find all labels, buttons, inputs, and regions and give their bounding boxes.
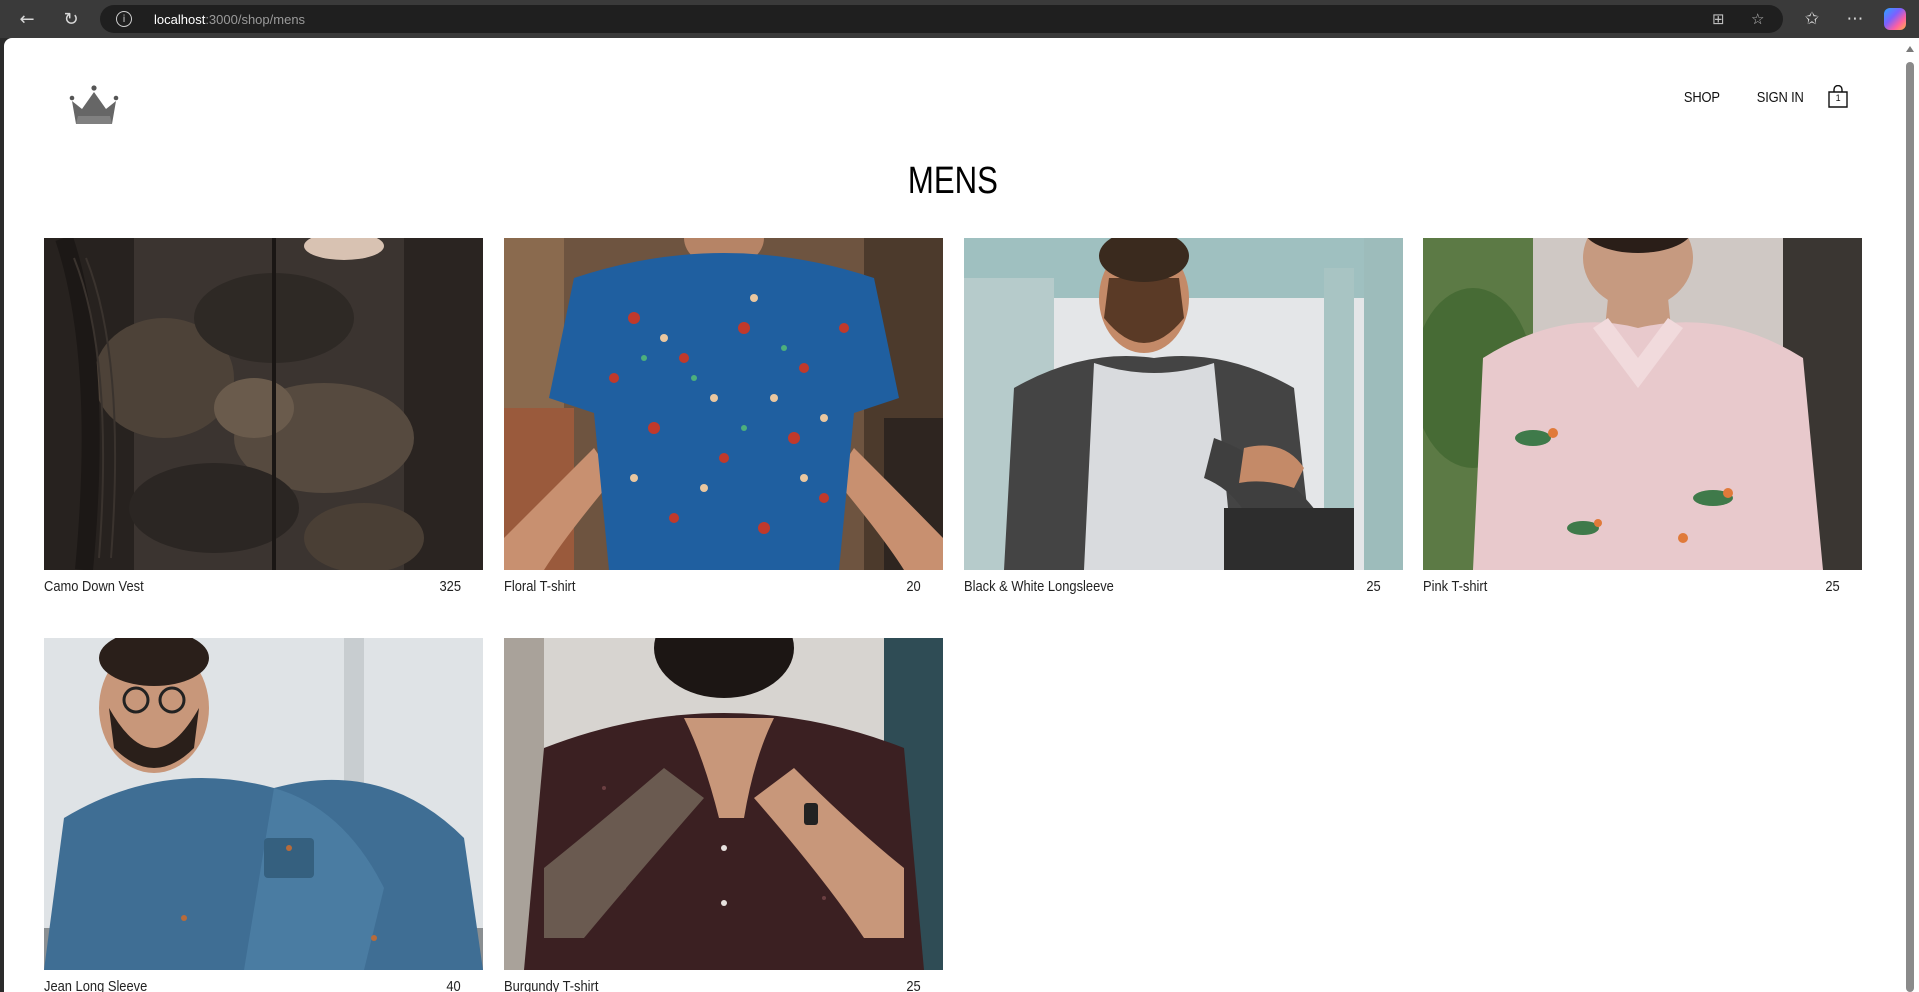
product-name: Camo Down Vest — [44, 578, 144, 595]
url-text: localhost:3000/shop/mens — [154, 12, 305, 27]
product-footer: Camo Down Vest 325 — [44, 570, 483, 600]
product-footer: Black & White Longsleeve 25 — [964, 570, 1403, 600]
product-name: Jean Long Sleeve — [44, 978, 148, 992]
product-name: Burgundy T-shirt — [504, 978, 599, 992]
product-card[interactable]: Floral T-shirt 20 — [504, 238, 943, 600]
product-card[interactable]: Black & White Longsleeve 25 — [964, 238, 1403, 600]
arrow-left-icon[interactable]: ← — [14, 7, 40, 31]
scrollbar-thumb[interactable] — [1906, 62, 1914, 992]
product-photo-camo-vest — [44, 238, 483, 570]
product-image[interactable] — [504, 638, 943, 970]
product-photo-longsleeve — [964, 238, 1403, 570]
page-title: MENS — [4, 160, 1901, 203]
product-name: Floral T-shirt — [504, 578, 576, 595]
browser-toolbar: ← ↻ i localhost:3000/shop/mens ⊞ ☆ ✩ ⋯ — [0, 0, 1919, 38]
page-viewport: SHOP SIGN IN 1 MENS Camo Down Vest 325 F… — [4, 38, 1901, 992]
cart-count: 1 — [1835, 93, 1841, 103]
nav-signin-link[interactable]: SIGN IN — [1756, 89, 1803, 106]
product-card[interactable]: Jean Long Sleeve 40 — [44, 638, 483, 992]
product-price: 40 — [446, 978, 461, 992]
cart-button[interactable]: 1 — [1827, 85, 1849, 109]
scroll-up-icon[interactable] — [1906, 46, 1914, 52]
nav-shop-link[interactable]: SHOP — [1684, 89, 1720, 106]
crown-icon[interactable] — [68, 84, 120, 126]
product-name: Pink T-shirt — [1423, 578, 1488, 595]
product-image[interactable] — [44, 238, 483, 570]
product-price: 25 — [906, 978, 921, 992]
product-price: 25 — [1825, 578, 1840, 595]
product-footer: Burgundy T-shirt 25 — [504, 970, 943, 992]
app-available-icon[interactable]: ⊞ — [1712, 5, 1725, 33]
product-price: 20 — [906, 578, 921, 595]
copilot-icon[interactable] — [1884, 8, 1906, 30]
url-path: :3000/shop/mens — [205, 11, 306, 27]
url-host: localhost — [154, 11, 206, 27]
product-card[interactable]: Pink T-shirt 25 — [1423, 238, 1862, 600]
site-navigation: SHOP SIGN IN 1 — [1651, 84, 1849, 110]
product-card[interactable]: Camo Down Vest 325 — [44, 238, 483, 600]
product-price: 325 — [439, 578, 461, 595]
product-footer: Pink T-shirt 25 — [1423, 570, 1862, 600]
page-title-text: MENS — [907, 160, 998, 202]
product-image[interactable] — [44, 638, 483, 970]
product-photo-floral-tshirt — [504, 238, 943, 570]
address-bar[interactable]: i localhost:3000/shop/mens ⊞ ☆ — [100, 5, 1783, 33]
product-image[interactable] — [1423, 238, 1862, 570]
product-card[interactable]: Burgundy T-shirt 25 — [504, 638, 943, 992]
product-photo-pink-tshirt — [1423, 238, 1862, 570]
favorite-star-icon[interactable]: ☆ — [1751, 5, 1764, 33]
info-icon[interactable]: i — [116, 11, 132, 27]
product-image[interactable] — [504, 238, 943, 570]
vertical-scrollbar[interactable] — [1901, 38, 1919, 992]
product-photo-burgundy-tshirt — [504, 638, 943, 970]
product-name: Black & White Longsleeve — [964, 578, 1114, 595]
more-menu-icon[interactable]: ⋯ — [1843, 7, 1867, 31]
product-footer: Jean Long Sleeve 40 — [44, 970, 483, 992]
product-photo-jean-longsleeve — [44, 638, 483, 970]
favorites-icon[interactable]: ✩ — [1800, 7, 1824, 31]
product-footer: Floral T-shirt 20 — [504, 570, 943, 600]
reload-icon[interactable]: ↻ — [58, 7, 84, 31]
product-price: 25 — [1366, 578, 1381, 595]
product-image[interactable] — [964, 238, 1403, 570]
